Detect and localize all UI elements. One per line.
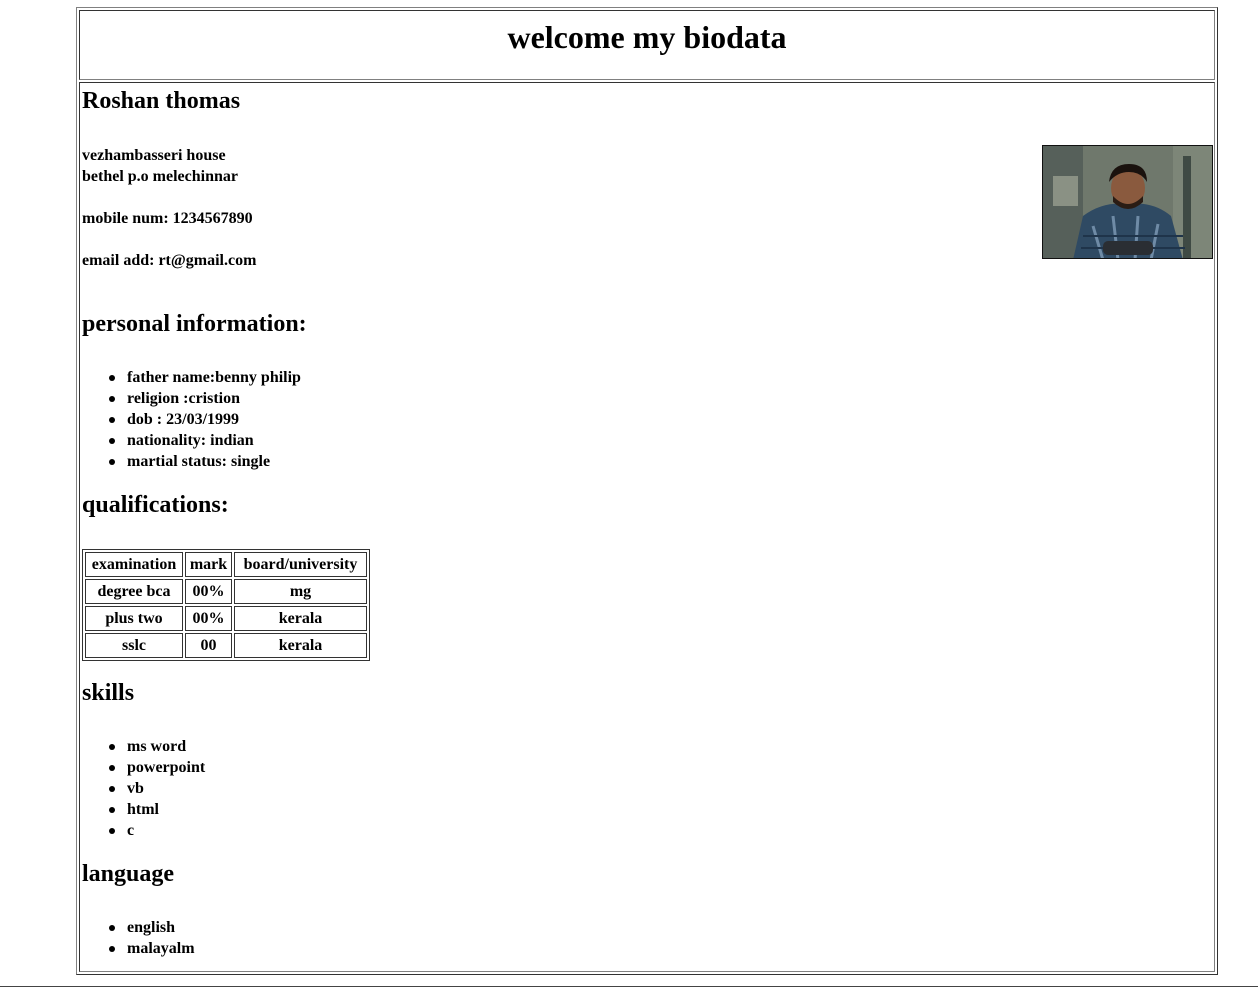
title-cell: welcome my biodata <box>79 10 1215 80</box>
list-item: martial status: single <box>82 451 301 472</box>
table-row: sslc 00 kerala <box>85 633 367 658</box>
list-item: father name:benny philip <box>82 367 301 388</box>
list-item: powerpoint <box>82 757 205 778</box>
table-row: degree bca 00% mg <box>85 579 367 604</box>
profile-photo-image <box>1043 146 1212 258</box>
list-item: religion :cristion <box>82 388 301 409</box>
table-cell: kerala <box>234 606 367 631</box>
mobile-number: mobile num: 1234567890 <box>82 210 253 227</box>
table-cell: sslc <box>85 633 183 658</box>
table-header-row: examination mark board/university <box>85 552 367 577</box>
column-header: board/university <box>234 552 367 577</box>
list-item: vb <box>82 778 205 799</box>
table-cell: 00 <box>185 633 232 658</box>
table-cell: plus two <box>85 606 183 631</box>
table-cell: 00% <box>185 579 232 604</box>
profile-photo <box>1042 145 1213 259</box>
table-cell: kerala <box>234 633 367 658</box>
list-item: c <box>82 820 205 841</box>
table-row: plus two 00% kerala <box>85 606 367 631</box>
skills-list: ms word powerpoint vb html c <box>82 736 205 841</box>
column-header: mark <box>185 552 232 577</box>
language-list: english malayalm <box>82 917 195 959</box>
email-address: email add: rt@gmail.com <box>82 252 257 269</box>
list-item: english <box>82 917 195 938</box>
qualifications-heading: qualifications: <box>82 492 229 518</box>
list-item: html <box>82 799 205 820</box>
list-item: nationality: indian <box>82 430 301 451</box>
page-title: welcome my biodata <box>507 19 787 55</box>
skills-heading: skills <box>82 680 135 706</box>
list-item: dob : 23/03/1999 <box>82 409 301 430</box>
table-cell: mg <box>234 579 367 604</box>
language-heading: language <box>82 861 175 887</box>
list-item: malayalm <box>82 938 195 959</box>
page-bottom-rule <box>0 986 1258 987</box>
content-cell: Roshan thomas vezhambasseri house bethel… <box>79 82 1215 972</box>
address-line-2: bethel p.o melechinnar <box>82 168 238 185</box>
column-header: examination <box>85 552 183 577</box>
profile-name: Roshan thomas <box>82 88 241 114</box>
list-item: ms word <box>82 736 205 757</box>
personal-info-heading: personal information: <box>82 311 307 337</box>
table-cell: 00% <box>185 606 232 631</box>
personal-info-list: father name:benny philip religion :crist… <box>82 367 301 472</box>
biodata-table: welcome my biodata Roshan thomas vezhamb… <box>76 7 1218 975</box>
table-cell: degree bca <box>85 579 183 604</box>
address-line-1: vezhambasseri house <box>82 147 226 164</box>
qualifications-table: examination mark board/university degree… <box>82 549 370 661</box>
